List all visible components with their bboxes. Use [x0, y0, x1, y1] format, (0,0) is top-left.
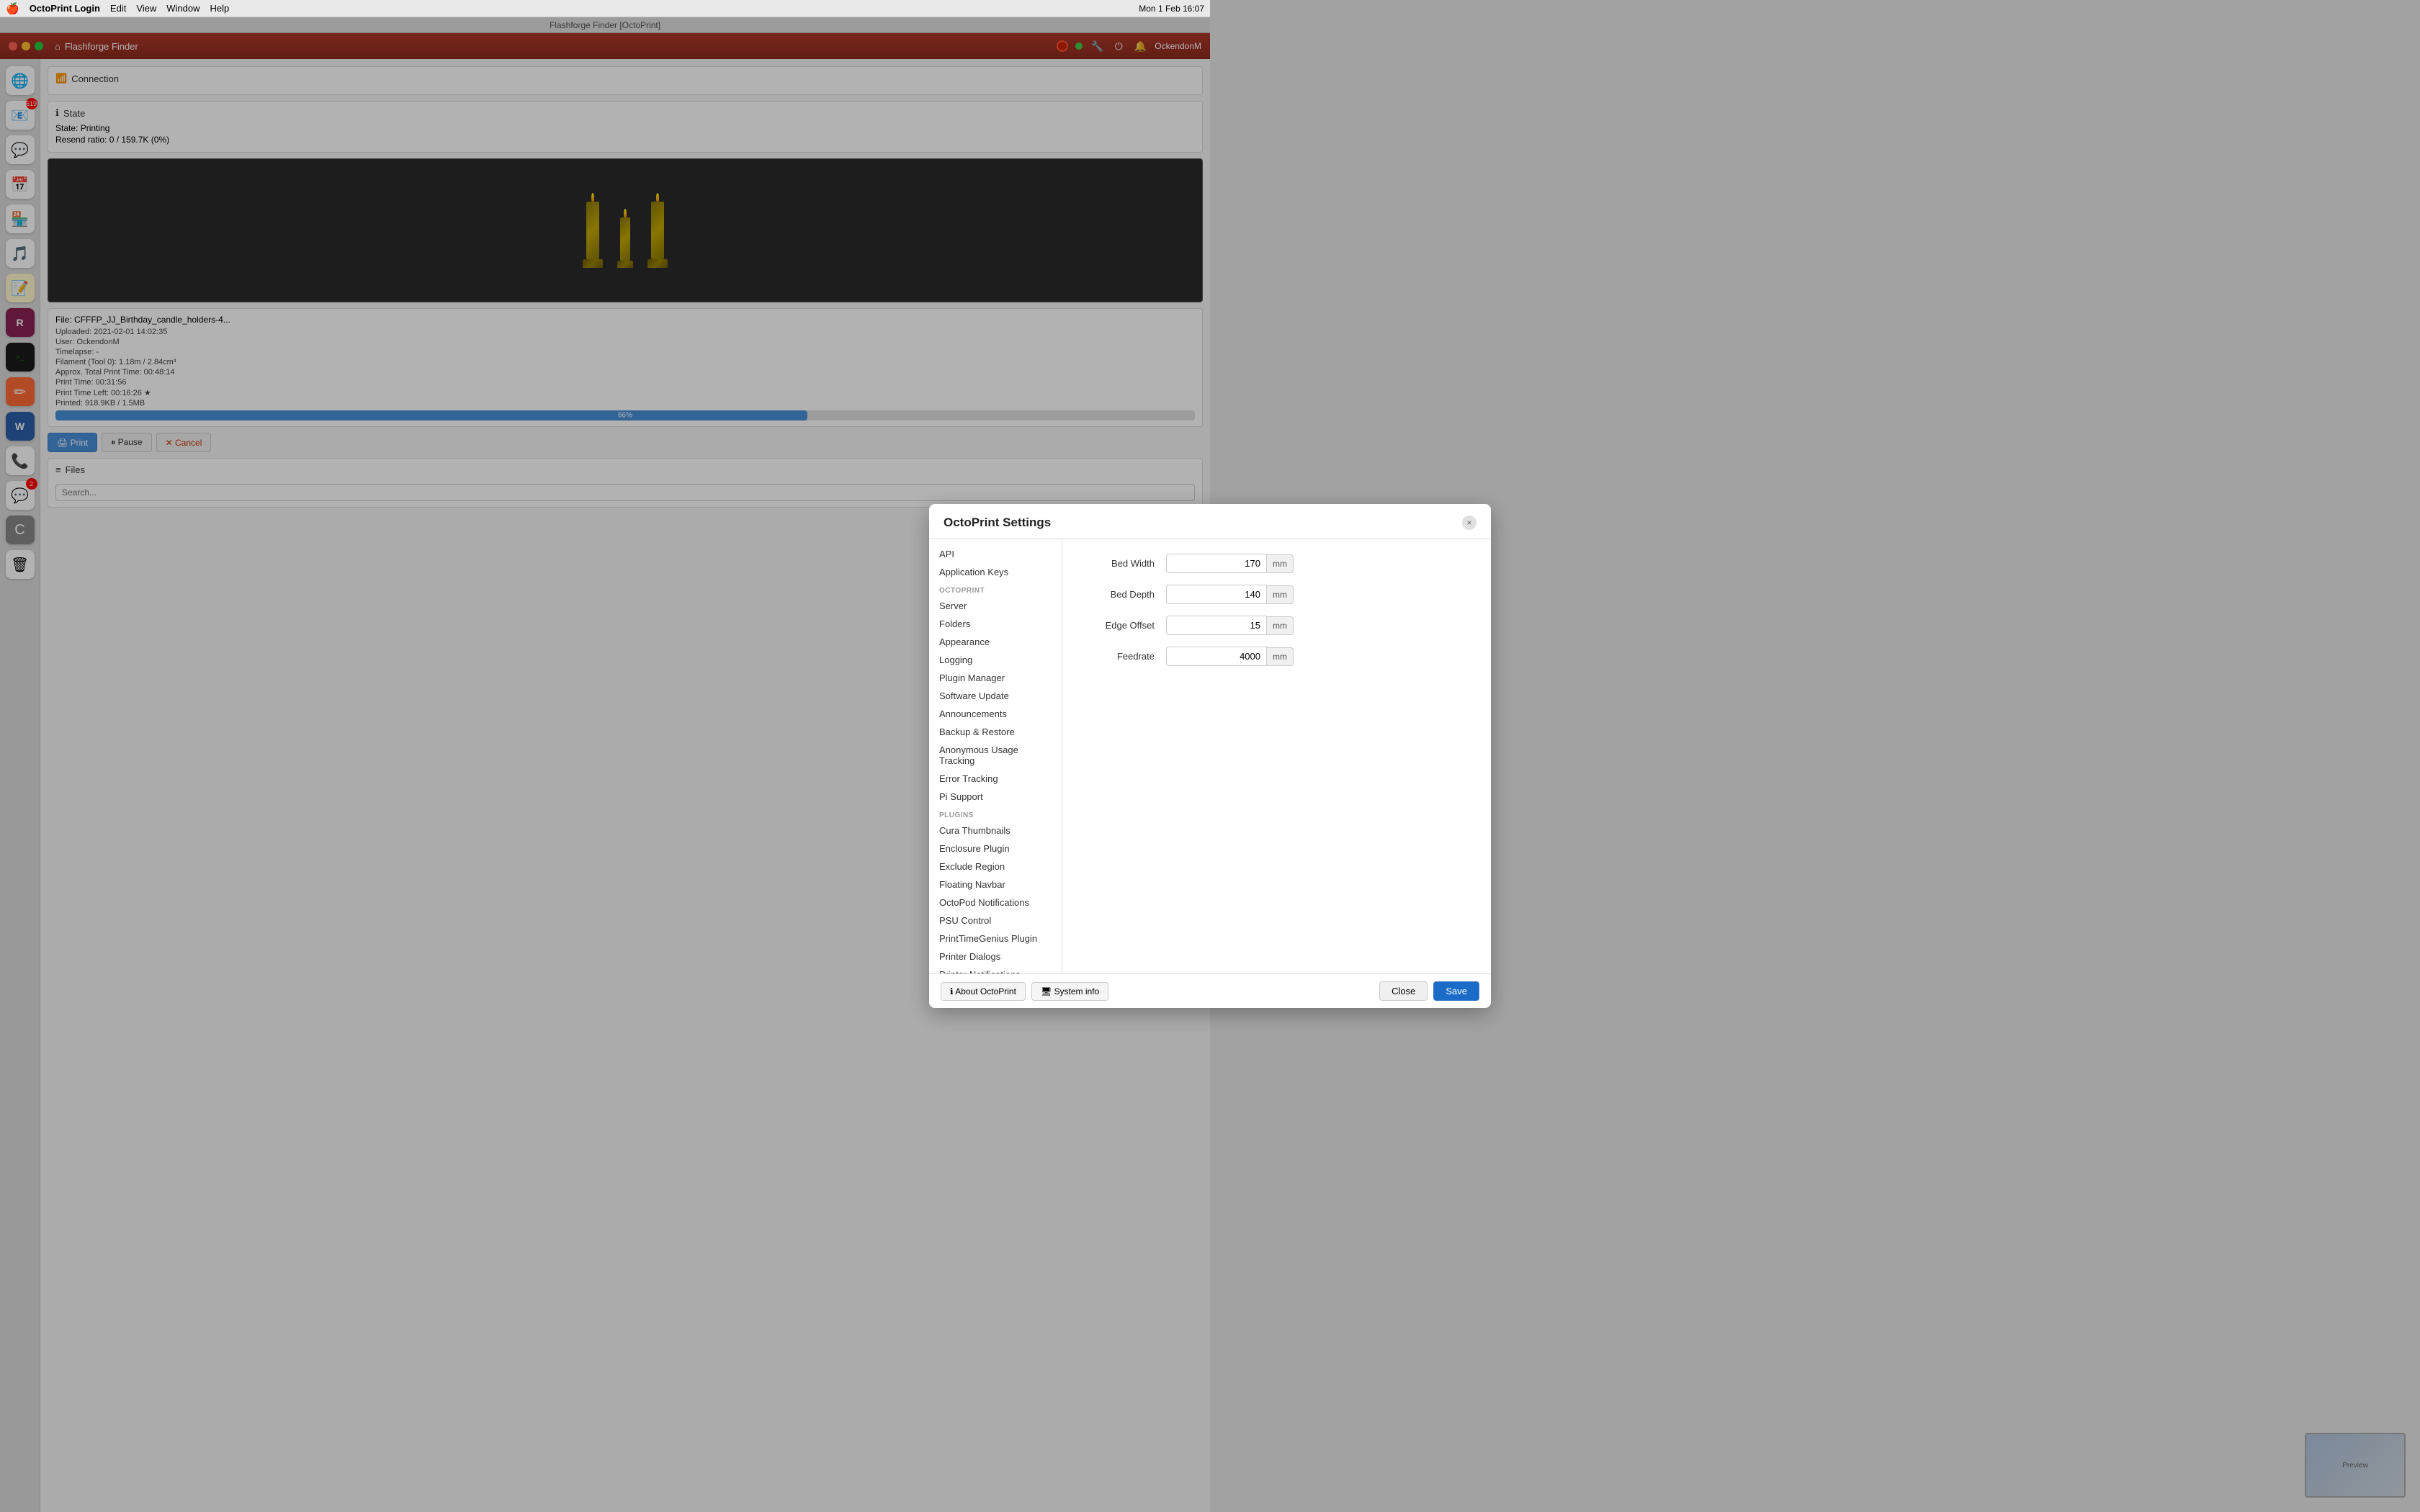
menu-view[interactable]: View — [136, 3, 156, 14]
label-edge-offset: Edge Offset — [1080, 620, 1166, 631]
nav-item-logging[interactable]: Logging — [929, 651, 1062, 669]
nav-item-announcements[interactable]: Announcements — [929, 705, 1062, 723]
menubar-left: 🍎 OctoPrint Login Edit View Window Help — [6, 2, 229, 15]
menubar-right: Mon 1 Feb 16:07 — [1139, 4, 1204, 14]
modal-footer: ℹ About OctoPrint 🖥 System info Close Sa… — [929, 973, 1491, 1008]
nav-item-floating-navbar[interactable]: Floating Navbar — [929, 876, 1062, 894]
nav-item-server[interactable]: Server — [929, 597, 1062, 615]
nav-item-octopod-notifications[interactable]: OctoPod Notifications — [929, 894, 1062, 912]
nav-item-pi-support[interactable]: Pi Support — [929, 788, 1062, 806]
nav-item-cura-thumbnails[interactable]: Cura Thumbnails — [929, 822, 1062, 840]
input-bed-depth[interactable] — [1166, 585, 1267, 604]
menu-window[interactable]: Window — [166, 3, 200, 14]
settings-modal: OctoPrint Settings × API Application Key… — [929, 504, 1491, 1008]
form-row-bed-width: Bed Width mm — [1080, 554, 1474, 573]
input-bed-width[interactable] — [1166, 554, 1267, 573]
input-edge-offset[interactable] — [1166, 616, 1267, 635]
nav-item-application-keys[interactable]: Application Keys — [929, 563, 1062, 581]
nav-section-plugins: PLUGINS — [929, 806, 1062, 822]
input-feedrate[interactable] — [1166, 647, 1267, 666]
modal-title: OctoPrint Settings — [944, 516, 1051, 530]
input-group-bed-depth: mm — [1166, 585, 1294, 604]
unit-feedrate: mm — [1267, 647, 1294, 666]
input-group-feedrate: mm — [1166, 647, 1294, 666]
modal-header: OctoPrint Settings × — [929, 504, 1491, 539]
form-row-feedrate: Feedrate mm — [1080, 647, 1474, 666]
label-bed-depth: Bed Depth — [1080, 589, 1166, 600]
nav-item-anonymous-usage[interactable]: Anonymous Usage Tracking — [929, 741, 1062, 770]
form-row-edge-offset: Edge Offset mm — [1080, 616, 1474, 635]
nav-item-appearance[interactable]: Appearance — [929, 633, 1062, 651]
form-row-bed-depth: Bed Depth mm — [1080, 585, 1474, 604]
modal-content: Bed Width mm Bed Depth mm Edge — [1062, 539, 1491, 973]
nav-section-octoprint: OCTOPRINT — [929, 581, 1062, 597]
apple-menu[interactable]: 🍎 — [6, 2, 19, 15]
modal-footer-left: ℹ About OctoPrint 🖥 System info — [941, 982, 1108, 1001]
input-group-edge-offset: mm — [1166, 616, 1294, 635]
nav-item-printer-dialogs[interactable]: Printer Dialogs — [929, 948, 1062, 966]
nav-item-printer-notifications[interactable]: Printer Notifications — [929, 966, 1062, 973]
app-menu-name[interactable]: OctoPrint Login — [30, 3, 100, 14]
menubar: 🍎 OctoPrint Login Edit View Window Help … — [0, 0, 1210, 17]
nav-item-error-tracking[interactable]: Error Tracking — [929, 770, 1062, 788]
label-feedrate: Feedrate — [1080, 651, 1166, 662]
label-bed-width: Bed Width — [1080, 558, 1166, 569]
save-button[interactable]: Save — [1433, 981, 1479, 1001]
about-octoprint-button[interactable]: ℹ About OctoPrint — [941, 982, 1026, 1001]
unit-bed-depth: mm — [1267, 585, 1294, 604]
menu-edit[interactable]: Edit — [110, 3, 126, 14]
modal-sidebar: API Application Keys OCTOPRINT Server Fo… — [929, 539, 1062, 973]
nav-item-exclude-region[interactable]: Exclude Region — [929, 858, 1062, 876]
system-info-button[interactable]: 🖥 System info — [1031, 982, 1108, 1001]
input-group-bed-width: mm — [1166, 554, 1294, 573]
nav-item-enclosure-plugin[interactable]: Enclosure Plugin — [929, 840, 1062, 858]
modal-footer-right: Close Save — [1379, 981, 1479, 1001]
nav-item-printtime-genius[interactable]: PrintTimeGenius Plugin — [929, 930, 1062, 948]
modal-close-button[interactable]: × — [1462, 516, 1476, 530]
unit-edge-offset: mm — [1267, 616, 1294, 635]
nav-item-software-update[interactable]: Software Update — [929, 687, 1062, 705]
menubar-time: Mon 1 Feb 16:07 — [1139, 4, 1204, 14]
modal-body: API Application Keys OCTOPRINT Server Fo… — [929, 539, 1491, 973]
nav-item-plugin-manager[interactable]: Plugin Manager — [929, 669, 1062, 687]
nav-item-psu-control[interactable]: PSU Control — [929, 912, 1062, 930]
modal-overlay: OctoPrint Settings × API Application Key… — [0, 0, 2420, 1512]
unit-bed-width: mm — [1267, 554, 1294, 573]
nav-item-api[interactable]: API — [929, 545, 1062, 563]
close-modal-button[interactable]: Close — [1379, 981, 1428, 1001]
nav-item-folders[interactable]: Folders — [929, 615, 1062, 633]
menu-help[interactable]: Help — [210, 3, 230, 14]
nav-item-backup-restore[interactable]: Backup & Restore — [929, 723, 1062, 741]
